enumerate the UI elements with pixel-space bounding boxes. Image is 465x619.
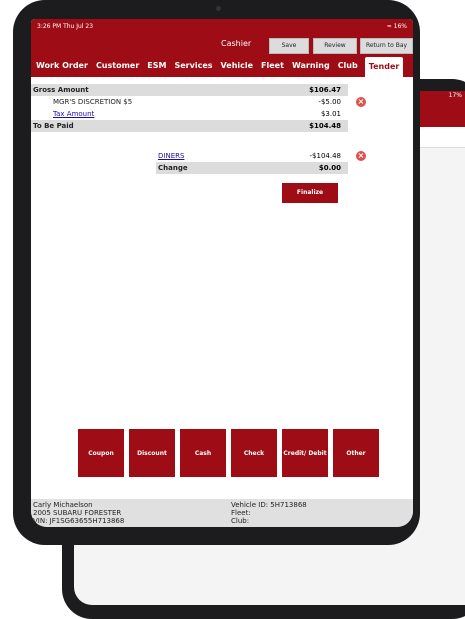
discount-value: -$5.00 (318, 98, 341, 106)
cash-button[interactable]: Cash (180, 429, 226, 477)
wifi-icon: ≈ (386, 23, 392, 30)
page-title: Cashier (221, 39, 252, 48)
tab-warning[interactable]: Warning (288, 55, 334, 77)
status-bar: 3:26 PM Thu Jul 23 ≈ 16% (31, 19, 413, 34)
finalize-button[interactable]: Finalize (282, 183, 338, 203)
cashier-header: Cashier Save Review Return to Bay (31, 34, 413, 55)
vehicle-info: Vehicle ID: 5H713868 Fleet: Club: (231, 501, 307, 525)
status-time: 3:26 PM Thu Jul 23 (37, 23, 94, 30)
review-button[interactable]: Review (313, 38, 357, 54)
background-battery: 17% (448, 92, 462, 99)
tax-amount-value: $3.01 (320, 110, 341, 118)
to-be-paid-label: To Be Paid (33, 122, 74, 130)
tab-fleet[interactable]: Fleet (257, 55, 288, 77)
status-battery: ≈ 16% (387, 19, 407, 34)
vehicle-name: 2005 SUBARU FORESTER (33, 509, 122, 517)
tender-content: Gross Amount $106.47 MGR'S DISCRETION $5… (31, 77, 413, 491)
tab-vehicle[interactable]: Vehicle (217, 55, 258, 77)
camera-icon (216, 6, 221, 11)
tab-work-order[interactable]: Work Order (32, 55, 92, 77)
payment-amount: -$104.48 (309, 152, 341, 160)
customer-name: Carly Michaelson (33, 501, 93, 509)
tab-tender[interactable]: Tender (364, 57, 404, 77)
coupon-button[interactable]: Coupon (78, 429, 124, 477)
save-button[interactable]: Save (269, 38, 309, 54)
battery-label: 16% (393, 23, 407, 30)
change-value: $0.00 (318, 164, 341, 172)
vin-label: VIN: JF1SG63655H713868 (33, 517, 125, 525)
payment-method-link[interactable]: DINERS (158, 150, 184, 162)
vehicle-footer: Carly Michaelson 2005 SUBARU FORESTER VI… (31, 499, 413, 527)
tab-bar: Work Order Customer ESM Services Vehicle… (31, 55, 413, 77)
vehicle-id: Vehicle ID: 5H713868 (231, 501, 307, 509)
other-button[interactable]: Other (333, 429, 379, 477)
return-to-bay-button[interactable]: Return to Bay (360, 38, 413, 54)
discount-label: MGR'S DISCRETION $5 (53, 98, 133, 106)
customer-info: Carly Michaelson 2005 SUBARU FORESTER VI… (33, 501, 124, 525)
gross-amount-label: Gross Amount (33, 86, 89, 94)
screen: 3:26 PM Thu Jul 23 ≈ 16% Cashier Save Re… (31, 19, 413, 527)
tax-amount-link[interactable]: Tax Amount (53, 108, 94, 120)
discount-button[interactable]: Discount (129, 429, 175, 477)
gross-amount-value: $106.47 (309, 86, 341, 94)
remove-payment-icon[interactable]: × (356, 151, 366, 161)
tab-esm[interactable]: ESM (143, 55, 170, 77)
tab-club[interactable]: Club (334, 55, 362, 77)
fleet-label: Fleet: (231, 509, 251, 517)
check-button[interactable]: Check (231, 429, 277, 477)
change-label: Change (158, 164, 188, 172)
remove-discount-icon[interactable]: × (356, 97, 366, 107)
credit-debit-button[interactable]: Credit/ Debit (282, 429, 328, 477)
to-be-paid-value: $104.48 (309, 122, 341, 130)
club-label: Club: (231, 517, 250, 525)
tab-services[interactable]: Services (170, 55, 216, 77)
tab-customer[interactable]: Customer (92, 55, 143, 77)
tablet-frame: 3:26 PM Thu Jul 23 ≈ 16% Cashier Save Re… (13, 0, 420, 545)
